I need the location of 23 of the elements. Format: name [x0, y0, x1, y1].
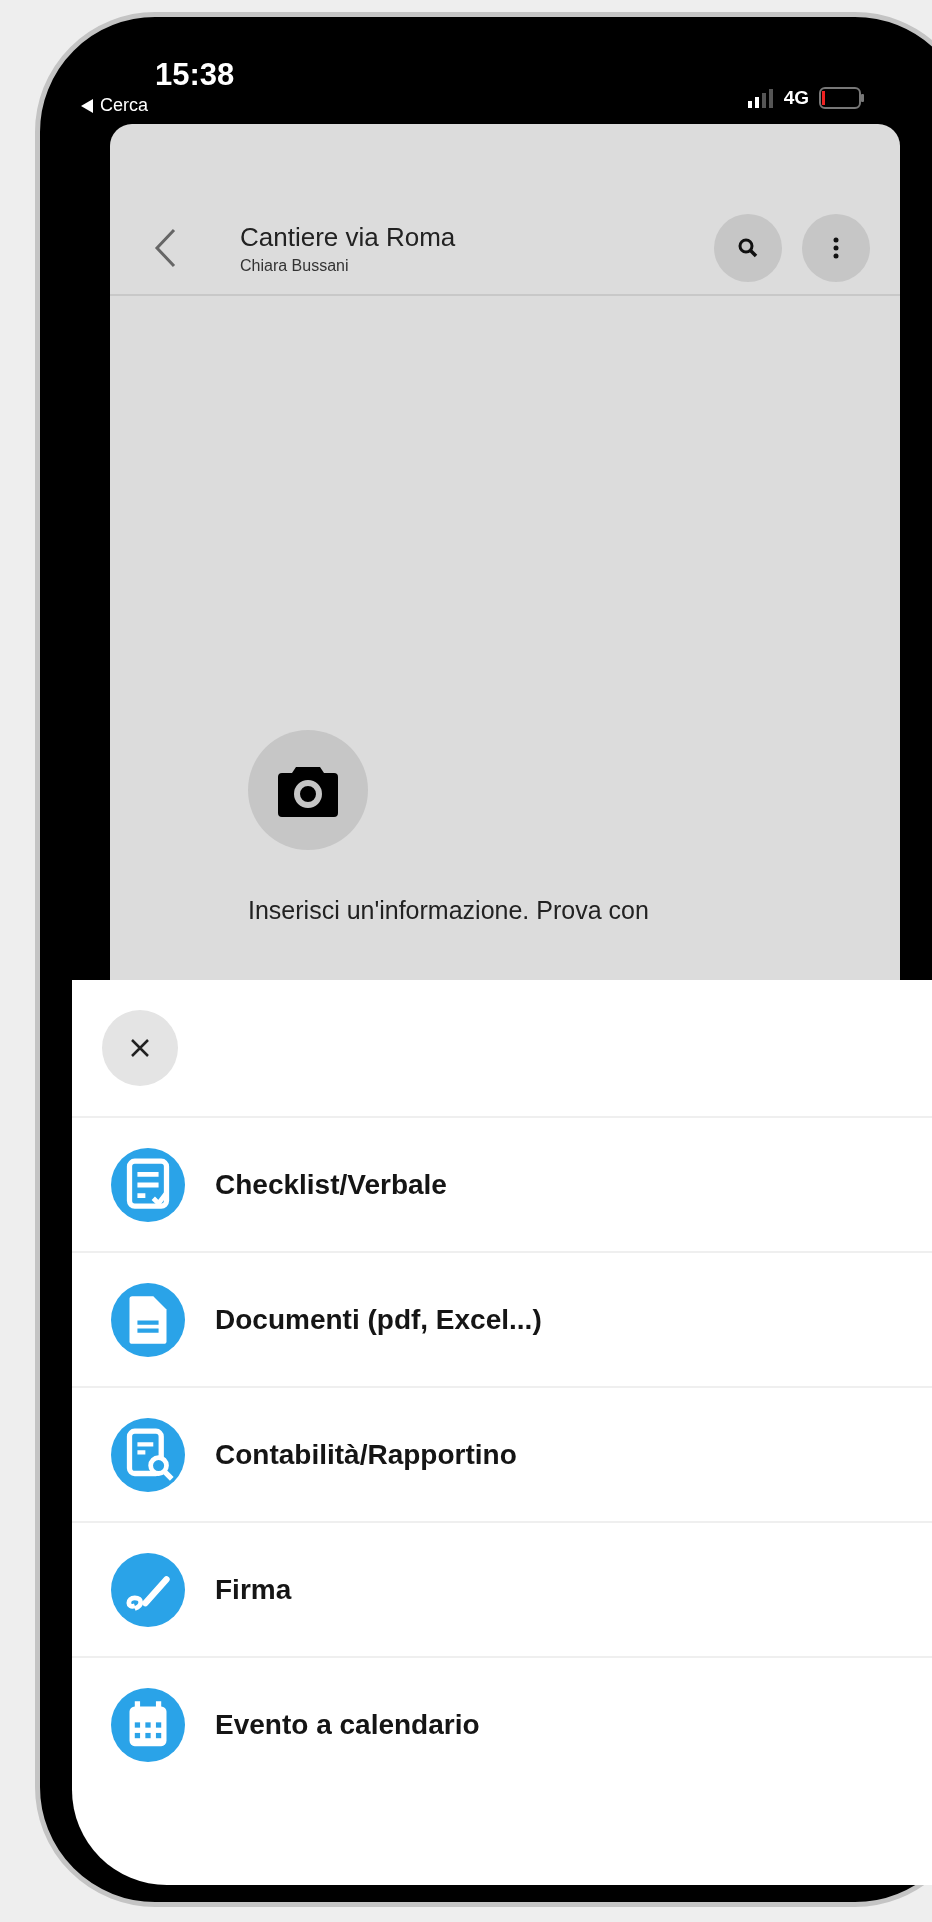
close-icon — [130, 1038, 150, 1058]
signature-icon — [111, 1552, 185, 1627]
signal-icon — [747, 87, 774, 108]
document-icon — [111, 1282, 185, 1357]
checklist-icon — [111, 1147, 185, 1222]
calendar-icon — [111, 1687, 185, 1762]
header-title: Cantiere via Roma — [240, 221, 457, 253]
back-chevron-icon[interactable] — [154, 228, 176, 268]
back-triangle-icon[interactable] — [80, 97, 94, 114]
menu-item-label[interactable]: Checklist/Verbale — [215, 1168, 447, 1201]
menu-item-label[interactable]: Evento a calendario — [215, 1708, 480, 1741]
menu-item-label[interactable]: Documenti (pdf, Excel...) — [215, 1303, 542, 1336]
empty-state-text: Inserisci un'informazione. Prova con — [248, 896, 650, 925]
report-icon — [111, 1417, 185, 1492]
network-label: 4G — [783, 86, 809, 109]
battery-icon — [819, 86, 865, 109]
more-icon — [833, 237, 839, 259]
back-link[interactable]: Cerca — [100, 95, 148, 116]
menu-item-label[interactable]: Firma — [215, 1573, 292, 1606]
header-subtitle: Chiara Bussani — [240, 256, 350, 275]
menu-item-label[interactable]: Contabilità/Rapportino — [215, 1438, 517, 1471]
search-icon — [737, 237, 759, 259]
status-time: 15:38 — [155, 57, 235, 93]
